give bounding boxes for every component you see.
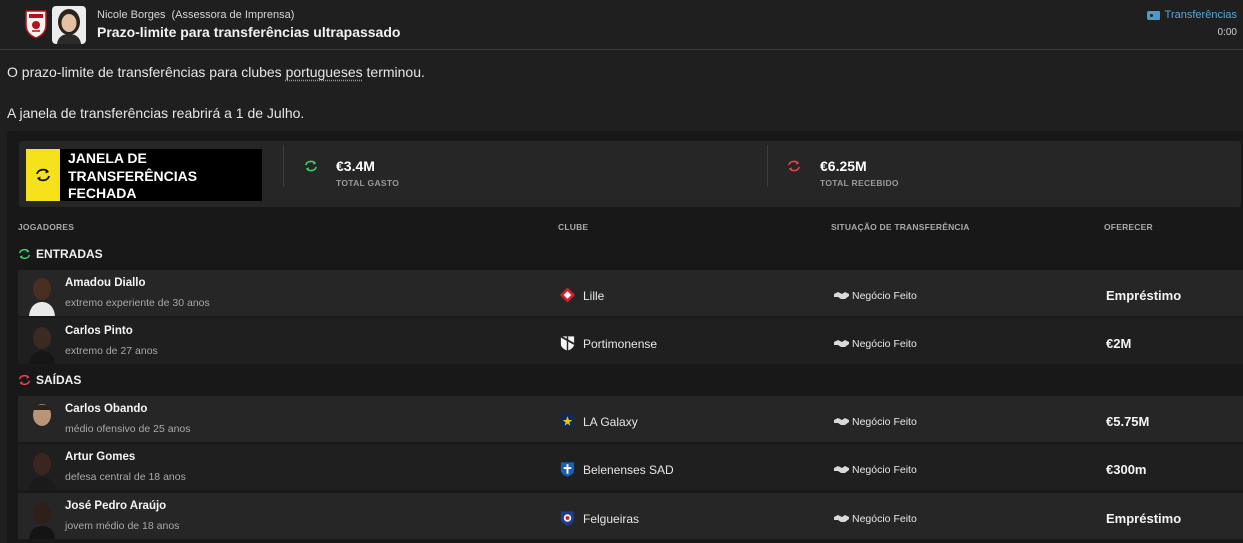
player-description: defesa central de 18 anos	[65, 471, 186, 483]
sender-avatar[interactable]	[52, 6, 86, 44]
player-name[interactable]: Carlos Obando	[65, 403, 147, 415]
transfer-summary-panel: JANELA DE TRANSFERÊNCIAS FECHADA €3.4M T…	[7, 131, 1243, 543]
message-line-1: O prazo-limite de transferências para cl…	[7, 64, 425, 80]
player-portrait-icon	[29, 453, 55, 490]
total-spent-label: TOTAL GASTO	[336, 178, 400, 188]
incoming-arrows-icon	[305, 160, 317, 172]
transfer-status: Negócio Feito	[852, 416, 917, 428]
club-crest-icon	[25, 10, 47, 39]
player-name[interactable]: Amadou Diallo	[65, 277, 146, 289]
portimonense-crest-icon	[560, 335, 575, 351]
section-label: SAÍDAS	[36, 373, 82, 387]
club-name[interactable]: Lille	[583, 289, 604, 303]
club-name[interactable]: LA Galaxy	[583, 415, 638, 429]
handshake-icon	[834, 340, 849, 347]
section-label: ENTRADAS	[36, 247, 103, 261]
transfer-offer: €5.75M	[1106, 414, 1150, 429]
transfer-summary-bar: JANELA DE TRANSFERÊNCIAS FECHADA €3.4M T…	[19, 141, 1241, 207]
total-spent-stat: €3.4M TOTAL GASTO	[336, 158, 399, 188]
transfer-status: Negócio Feito	[852, 290, 917, 302]
transfer-offer: €300m	[1106, 462, 1147, 477]
message-time: 0:00	[1217, 27, 1237, 38]
total-spent-value: €3.4M	[336, 158, 375, 174]
transfer-offer: Empréstimo	[1106, 511, 1182, 526]
message-subject: Prazo-limite para transferências ultrapa…	[97, 24, 401, 40]
message-text: O prazo-limite de transferências para cl…	[7, 64, 286, 80]
transfer-status: Negócio Feito	[852, 338, 917, 350]
belenenses-crest-icon	[560, 462, 575, 477]
handshake-icon	[834, 418, 849, 425]
table-row[interactable]: Amadou Diallo extremo experiente de 30 a…	[18, 270, 1243, 317]
handshake-icon	[834, 292, 849, 299]
column-header-status[interactable]: SITUAÇÃO DE TRANSFERÊNCIA	[831, 222, 970, 232]
category-link[interactable]: Transferências	[1146, 9, 1237, 21]
handshake-icon	[834, 515, 849, 522]
handshake-icon	[834, 466, 849, 473]
total-received-label: TOTAL RECEBIDO	[820, 178, 899, 188]
player-name[interactable]: José Pedro Araújo	[65, 500, 166, 512]
lille-crest-icon	[559, 287, 576, 303]
column-header-club[interactable]: CLUBE	[558, 222, 588, 232]
player-description: extremo experiente de 30 anos	[65, 297, 210, 309]
column-header-offer[interactable]: OFERECER	[1104, 222, 1153, 232]
player-portrait-icon	[29, 278, 55, 316]
transfer-status: Negócio Feito	[852, 513, 917, 525]
club-name[interactable]: Felgueiras	[583, 512, 639, 526]
message-header: Nicole Borges (Assessora de Imprensa) Pra…	[0, 0, 1243, 50]
player-portrait-icon	[29, 502, 55, 539]
player-description: médio ofensivo de 25 anos	[65, 423, 191, 435]
incoming-arrows-icon	[18, 248, 31, 260]
player-description: jovem médio de 18 anos	[65, 520, 180, 532]
player-name[interactable]: Carlos Pinto	[65, 325, 133, 337]
tag-icon	[1146, 10, 1160, 20]
divider	[767, 145, 768, 187]
window-status-label: JANELA DE TRANSFERÊNCIAS FECHADA	[68, 150, 198, 201]
player-photo[interactable]	[26, 497, 58, 539]
player-portrait-icon	[29, 327, 55, 364]
message-text: terminou.	[362, 64, 425, 80]
message-line-2: A janela de transferências reabrirá a 1 …	[7, 105, 305, 121]
table-row[interactable]: Carlos Pinto extremo de 27 anos Portimon…	[18, 318, 1243, 365]
player-portrait-icon	[29, 404, 55, 442]
sender-role: (Assessora de Imprensa)	[171, 9, 295, 21]
club-name[interactable]: Belenenses SAD	[583, 463, 674, 477]
transfer-status: Negócio Feito	[852, 464, 917, 476]
player-photo[interactable]	[26, 322, 58, 364]
category-label: Transferências	[1164, 9, 1237, 21]
window-status-badge	[26, 149, 60, 201]
sender-line: Nicole Borges (Assessora de Imprensa)	[97, 9, 294, 21]
player-photo[interactable]	[26, 274, 58, 316]
transfer-window-status: JANELA DE TRANSFERÊNCIAS FECHADA	[26, 149, 262, 201]
incoming-section-title: ENTRADAS	[18, 247, 103, 261]
divider	[283, 145, 284, 187]
nation-link[interactable]: portugueses	[286, 64, 363, 80]
person-portrait-icon	[52, 6, 86, 44]
table-row[interactable]: Carlos Obando médio ofensivo de 25 anos …	[18, 396, 1243, 443]
table-row[interactable]: Artur Gomes defesa central de 18 anos Be…	[18, 444, 1243, 491]
la-galaxy-crest-icon	[560, 414, 575, 429]
player-photo[interactable]	[26, 400, 58, 442]
player-photo[interactable]	[26, 448, 58, 490]
outgoing-arrows-icon	[788, 160, 800, 172]
outgoing-section-title: SAÍDAS	[18, 373, 81, 387]
felgueiras-crest-icon	[560, 511, 575, 526]
column-header-players[interactable]: JOGADORES	[18, 222, 74, 232]
club-name[interactable]: Portimonense	[583, 337, 657, 351]
player-name[interactable]: Artur Gomes	[65, 451, 135, 463]
outgoing-arrows-icon	[18, 374, 31, 386]
sender-name[interactable]: Nicole Borges	[97, 9, 165, 21]
transfer-arrows-icon	[36, 168, 50, 182]
player-description: extremo de 27 anos	[65, 345, 158, 357]
total-received-value: €6.25M	[820, 158, 867, 174]
transfer-offer: €2M	[1106, 336, 1132, 351]
table-row[interactable]: José Pedro Araújo jovem médio de 18 anos…	[18, 493, 1243, 540]
transfer-offer: Empréstimo	[1106, 288, 1182, 303]
total-received-stat: €6.25M TOTAL RECEBIDO	[820, 158, 899, 188]
